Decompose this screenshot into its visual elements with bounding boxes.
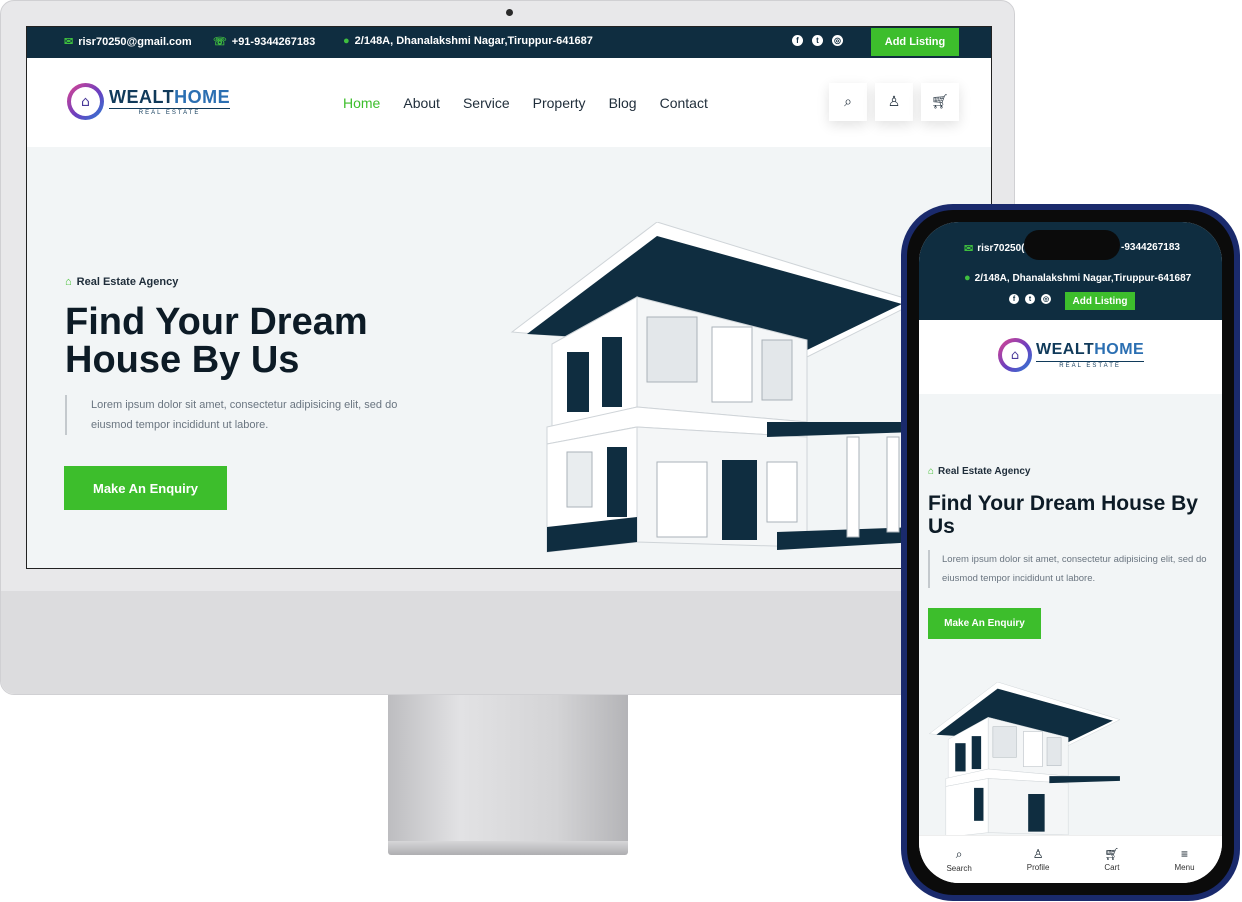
desktop-screen: ✉ risr70250@gmail.com ☏ +91-9344267183 ●… xyxy=(26,26,992,569)
hero-badge: ⌂ Real Estate Agency xyxy=(65,276,178,288)
cart-button[interactable]: 🛒︎ xyxy=(921,83,959,121)
phone-icon: ☏ xyxy=(213,36,227,48)
instagram-icon[interactable]: ◎ xyxy=(1041,294,1051,304)
mail-icon: ✉ xyxy=(964,243,974,255)
home-icon: ⌂ xyxy=(65,276,72,288)
nav-home[interactable]: Home xyxy=(343,95,380,111)
mobile-house-illustration xyxy=(928,682,1121,838)
brand-tagline: REAL ESTATE xyxy=(109,107,231,116)
cart-icon: 🛒︎ xyxy=(1104,847,1120,861)
tab-search[interactable]: ⌕ Search xyxy=(946,847,971,873)
phone-bezel: ✉ risr70250( -9344267183 ● 2/148A, Dhana… xyxy=(907,210,1234,895)
email-text: risr70250@gmail.com xyxy=(78,35,192,48)
mobile-brand-logo[interactable]: ⌂ WEALTHOME REAL ESTATE xyxy=(998,338,1145,372)
mobile-email-info[interactable]: ✉ risr70250( xyxy=(964,242,1024,255)
search-icon: ⌕ xyxy=(844,94,852,110)
tab-menu[interactable]: ≡ Menu xyxy=(1175,847,1195,872)
make-enquiry-button[interactable]: Make An Enquiry xyxy=(64,466,227,510)
user-icon: ♙ xyxy=(887,94,901,110)
profile-button[interactable]: ♙ xyxy=(875,83,913,121)
brand-name: WEALTHOME xyxy=(1036,341,1144,359)
phone-info[interactable]: ☏ +91-9344267183 xyxy=(213,35,316,49)
facebook-icon[interactable]: f xyxy=(792,35,803,46)
tab-profile[interactable]: ♙ Profile xyxy=(1027,847,1050,872)
phone-text: +91-9344267183 xyxy=(231,35,316,48)
main-navbar: ⌂ WEALTHOME REAL ESTATE Home About Servi… xyxy=(27,58,991,147)
mobile-address-info: ● 2/148A, Dhanalakshmi Nagar,Tiruppur-64… xyxy=(964,272,1191,284)
tab-cart-label: Cart xyxy=(1104,863,1120,872)
instagram-icon[interactable]: ◎ xyxy=(832,35,843,46)
brand-tagline: REAL ESTATE xyxy=(1036,361,1145,369)
nav-service[interactable]: Service xyxy=(463,95,510,111)
menu-icon: ≡ xyxy=(1181,847,1189,861)
mobile-make-enquiry-button[interactable]: Make An Enquiry xyxy=(928,608,1041,639)
cart-icon: 🛒︎ xyxy=(931,94,949,110)
user-icon: ♙ xyxy=(1032,847,1044,861)
mobile-hero-badge-text: Real Estate Agency xyxy=(938,466,1031,477)
mobile-logo-bar: ⌂ WEALTHOME REAL ESTATE xyxy=(919,320,1222,394)
add-listing-button[interactable]: Add Listing xyxy=(871,28,959,56)
twitter-icon[interactable]: t xyxy=(812,35,823,46)
search-icon: ⌕ xyxy=(955,846,963,861)
desktop-monitor: ✉ risr70250@gmail.com ☏ +91-9344267183 ●… xyxy=(0,0,1015,695)
facebook-icon[interactable]: f xyxy=(1009,294,1019,304)
hero-badge-text: Real Estate Agency xyxy=(76,276,179,288)
mobile-email-text: risr70250( xyxy=(977,243,1025,254)
email-info[interactable]: ✉ risr70250@gmail.com xyxy=(64,35,192,49)
tab-profile-label: Profile xyxy=(1026,863,1050,872)
mobile-add-listing-button[interactable]: Add Listing xyxy=(1065,292,1135,310)
address-text: 2/148A, Dhanalakshmi Nagar,Tiruppur-6416… xyxy=(354,35,593,47)
tab-menu-label: Menu xyxy=(1174,863,1195,872)
camera-dot xyxy=(506,9,513,16)
mobile-social-links: f t ◎ xyxy=(1009,294,1051,304)
mobile-address-text: 2/148A, Dhanalakshmi Nagar,Tiruppur-6416… xyxy=(974,272,1192,284)
nav-blog[interactable]: Blog xyxy=(609,95,637,111)
mobile-hero-title: Find Your Dream House By Us xyxy=(928,492,1198,538)
monitor-stand-foot xyxy=(388,841,628,855)
address-info: ● 2/148A, Dhanalakshmi Nagar,Tiruppur-64… xyxy=(343,35,593,47)
dynamic-island xyxy=(1024,230,1120,260)
nav-menu: Home About Service Property Blog Contact xyxy=(343,95,708,111)
nav-contact[interactable]: Contact xyxy=(660,95,708,111)
twitter-icon[interactable]: t xyxy=(1025,294,1035,304)
mobile-phone-text: -9344267183 xyxy=(1121,242,1180,253)
nav-about[interactable]: About xyxy=(403,95,440,111)
search-button[interactable]: ⌕ xyxy=(829,83,867,121)
brand-logo[interactable]: ⌂ WEALTHOME REAL ESTATE xyxy=(67,83,231,120)
brand-name-part2: HOME xyxy=(174,86,231,107)
mobile-bottom-nav: ⌕ Search ♙ Profile 🛒︎ Cart ≡ Menu xyxy=(919,835,1222,883)
house-logo-icon: ⌂ xyxy=(1002,342,1028,368)
logo-mark: ⌂ xyxy=(67,83,104,120)
hero-title: Find Your Dream House By Us xyxy=(65,301,368,381)
monitor-chin xyxy=(1,591,1014,694)
tab-cart[interactable]: 🛒︎ Cart xyxy=(1104,847,1119,872)
nav-icon-group: ⌕ ♙ 🛒︎ xyxy=(829,83,959,121)
house-illustration xyxy=(510,222,919,553)
location-icon: ● xyxy=(964,272,971,284)
monitor-stand xyxy=(388,695,628,843)
location-icon: ● xyxy=(343,35,350,47)
tab-search-label: Search xyxy=(946,863,972,873)
social-links: f t ◎ xyxy=(792,35,843,46)
home-icon: ⌂ xyxy=(928,466,935,477)
brand-name-part1: WEALT xyxy=(1036,341,1095,358)
brand-name-part1: WEALT xyxy=(109,86,175,107)
mobile-phone: ✉ risr70250( -9344267183 ● 2/148A, Dhana… xyxy=(901,204,1240,901)
logo-mark: ⌂ xyxy=(998,338,1032,372)
mobile-hero-badge: ⌂ Real Estate Agency xyxy=(928,466,1031,477)
mobile-phone-info[interactable]: -9344267183 xyxy=(1121,242,1180,253)
brand-name-part2: HOME xyxy=(1094,341,1145,358)
mobile-hero-description: Lorem ipsum dolor sit amet, consectetur … xyxy=(928,550,1213,588)
brand-name: WEALTHOME xyxy=(109,88,230,106)
mobile-screen: ✉ risr70250( -9344267183 ● 2/148A, Dhana… xyxy=(919,222,1222,883)
hero-description: Lorem ipsum dolor sit amet, consectetur … xyxy=(65,395,435,435)
mail-icon: ✉ xyxy=(64,36,74,48)
nav-property[interactable]: Property xyxy=(533,95,586,111)
top-info-bar: ✉ risr70250@gmail.com ☏ +91-9344267183 ●… xyxy=(27,27,991,58)
house-logo-icon: ⌂ xyxy=(71,87,100,116)
